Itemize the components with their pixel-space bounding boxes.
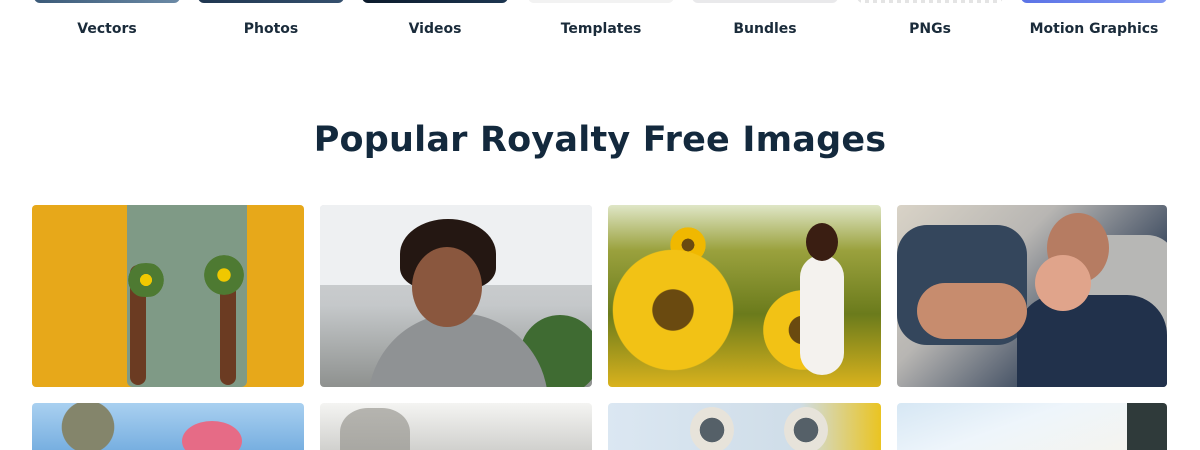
body-shape	[1017, 295, 1167, 387]
category-motion-graphics[interactable]: Motion Graphics	[1021, 0, 1167, 48]
figure-shape	[340, 408, 410, 450]
image-card-father-baby[interactable]	[897, 205, 1167, 387]
baby-head-shape	[1035, 255, 1091, 311]
image-card-sunflower-field[interactable]	[608, 205, 881, 387]
category-templates[interactable]: Templates	[528, 0, 674, 48]
category-bundles[interactable]: Bundles	[692, 0, 838, 48]
vectors-thumbnail[interactable]	[34, 0, 180, 3]
bundles-thumbnail[interactable]	[692, 0, 838, 3]
image-card-sun-building[interactable]	[897, 403, 1167, 450]
image-card-overalls-flowers[interactable]	[32, 205, 304, 387]
woman-dress-shape	[800, 255, 844, 375]
category-label[interactable]: Motion Graphics	[1021, 21, 1167, 37]
sunflower-shape	[608, 245, 738, 375]
image-card-sky-trees[interactable]	[32, 403, 304, 450]
videos-thumbnail[interactable]	[362, 0, 508, 3]
category-vectors[interactable]: Vectors	[34, 0, 180, 48]
helmet-shape	[784, 407, 828, 450]
image-card-bright-figures[interactable]	[320, 403, 592, 450]
face-shape	[412, 247, 482, 327]
helmet-shape	[690, 407, 734, 450]
flower-shape	[182, 421, 242, 450]
flower-shape	[198, 255, 250, 295]
building-shape	[1127, 403, 1167, 450]
category-strip: Vectors Photos Videos Templates Bundles …	[0, 0, 1200, 60]
category-label[interactable]: Bundles	[692, 21, 838, 37]
templates-thumbnail[interactable]	[528, 0, 674, 3]
image-card-astronauts[interactable]	[608, 403, 881, 450]
category-photos[interactable]: Photos	[198, 0, 344, 48]
pngs-thumbnail[interactable]	[857, 0, 1003, 3]
image-card-woman-kitchen[interactable]	[320, 205, 592, 387]
arm-shape	[917, 283, 1027, 339]
category-label[interactable]: Templates	[528, 21, 674, 37]
motion-graphics-thumbnail[interactable]	[1021, 0, 1167, 3]
category-label[interactable]: Photos	[198, 21, 344, 37]
section-title: Popular Royalty Free Images	[313, 120, 887, 160]
category-pngs[interactable]: PNGs	[857, 0, 1003, 48]
tree-shape	[52, 403, 142, 450]
woman-head-shape	[806, 223, 838, 261]
category-label[interactable]: Vectors	[34, 21, 180, 37]
flower-shape	[122, 263, 170, 297]
photos-thumbnail[interactable]	[198, 0, 344, 3]
category-videos[interactable]: Videos	[362, 0, 508, 48]
category-label[interactable]: PNGs	[857, 21, 1003, 37]
category-label[interactable]: Videos	[362, 21, 508, 37]
